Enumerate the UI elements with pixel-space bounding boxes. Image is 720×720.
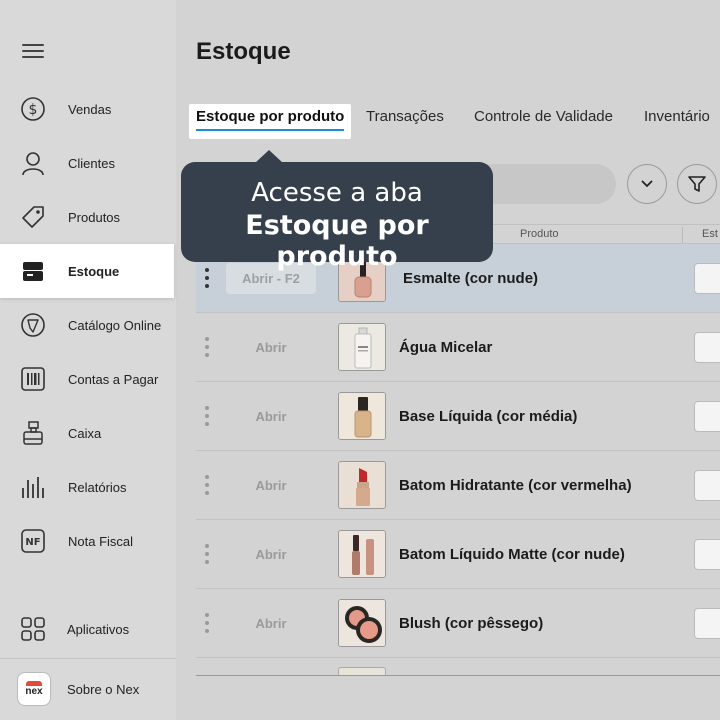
sidebar-item-label: Nota Fiscal	[68, 533, 134, 549]
cash-register-icon	[20, 420, 46, 446]
kebab-menu-icon[interactable]	[204, 544, 210, 564]
main-content: Estoque Estoque por produto Transações C…	[176, 0, 720, 720]
table-bottom-border	[196, 675, 720, 676]
sidebar: $ Vendas Clientes Produtos Estoque Catál…	[0, 0, 176, 720]
barcode-icon	[20, 366, 46, 392]
kebab-menu-icon[interactable]	[204, 475, 210, 495]
sidebar-item-label: Vendas	[68, 101, 112, 117]
open-button[interactable]: Abrir	[226, 332, 316, 363]
tab-inventario[interactable]: Inventário	[644, 108, 710, 125]
product-image-liquid-foundation	[338, 392, 386, 440]
sidebar-item-caixa[interactable]: Caixa	[0, 406, 174, 460]
product-image-blush-compact	[338, 599, 386, 647]
sidebar-item-label: Aplicativos	[67, 621, 130, 637]
onboarding-tooltip: Acesse a aba Estoque por produto	[181, 150, 493, 272]
filter-icon	[688, 176, 706, 192]
nex-logo-icon: nex	[16, 671, 52, 707]
column-header-stock: Est	[702, 228, 718, 240]
kebab-menu-icon[interactable]	[204, 613, 210, 633]
stock-field[interactable]	[694, 470, 720, 501]
box-icon	[20, 258, 46, 284]
sidebar-item-vendas[interactable]: $ Vendas	[0, 82, 174, 136]
product-image-lipstick-red	[338, 461, 386, 509]
kebab-menu-icon[interactable]	[204, 406, 210, 426]
tab-transacoes[interactable]: Transações	[366, 108, 444, 125]
tab-controle-de-validade[interactable]: Controle de Validade	[474, 108, 613, 125]
open-button[interactable]: Abrir	[226, 539, 316, 570]
search-input[interactable]	[476, 164, 616, 204]
sidebar-item-label: Relatórios	[68, 479, 127, 495]
bar-chart-icon	[20, 474, 46, 500]
sidebar-item-contas-a-pagar[interactable]: Contas a Pagar	[0, 352, 174, 406]
sidebar-item-label: Clientes	[68, 155, 115, 171]
stock-field[interactable]	[694, 401, 720, 432]
tag-icon	[20, 204, 46, 230]
product-name: Blush (cor pêssego)	[399, 615, 544, 632]
apps-grid-icon	[20, 616, 46, 642]
sidebar-item-label: Contas a Pagar	[68, 371, 159, 387]
sidebar-item-label: Produtos	[68, 209, 121, 225]
product-name: Base Líquida (cor média)	[399, 408, 578, 425]
column-header-product: Produto	[520, 228, 559, 240]
sidebar-divider	[0, 658, 176, 659]
sidebar-item-aplicativos[interactable]: Aplicativos	[0, 602, 174, 656]
active-tab-underline	[196, 129, 345, 131]
product-image-liquid-lipstick	[338, 530, 386, 578]
sidebar-item-clientes[interactable]: Clientes	[0, 136, 174, 190]
column-separator	[682, 227, 683, 243]
expand-button[interactable]	[627, 164, 667, 204]
open-button[interactable]: Abrir	[226, 401, 316, 432]
user-icon	[20, 150, 46, 176]
sidebar-item-label: Caixa	[68, 425, 102, 441]
kebab-menu-icon[interactable]	[204, 337, 210, 357]
tooltip-line-2: Estoque por produto	[245, 210, 429, 272]
table-row[interactable]: Abrir Água Micelar	[196, 313, 720, 382]
sidebar-item-label: Sobre o Nex	[67, 681, 140, 697]
sidebar-item-nota-fiscal[interactable]: NF Nota Fiscal	[0, 514, 174, 568]
stock-field[interactable]	[694, 332, 720, 363]
sidebar-item-estoque[interactable]: Estoque	[0, 244, 174, 298]
product-image-partial	[338, 667, 386, 675]
svg-text:NF: NF	[25, 537, 40, 548]
sidebar-item-produtos[interactable]: Produtos	[0, 190, 174, 244]
tab-estoque-por-produto[interactable]: Estoque por produto	[189, 104, 352, 139]
sidebar-item-catalogo-online[interactable]: Catálogo Online	[0, 298, 174, 352]
tooltip-line-1: Acesse a aba	[251, 178, 423, 208]
nf-icon: NF	[20, 528, 46, 554]
svg-text:$: $	[29, 102, 38, 118]
tooltip-arrow	[255, 150, 283, 163]
open-button[interactable]: Abrir	[226, 470, 316, 501]
stock-field[interactable]	[694, 608, 720, 639]
product-name: Água Micelar	[399, 339, 493, 356]
table-row[interactable]: Abrir Blush (cor pêssego)	[196, 589, 720, 658]
table-row[interactable]: Abrir Base Líquida (cor média)	[196, 382, 720, 451]
product-name: Batom Líquido Matte (cor nude)	[399, 546, 625, 563]
catalog-icon	[20, 312, 46, 338]
stock-field[interactable]	[694, 539, 720, 570]
hamburger-menu-icon[interactable]	[22, 44, 44, 62]
sidebar-item-relatorios[interactable]: Relatórios	[0, 460, 174, 514]
sidebar-item-sobre-o-nex[interactable]: nex Sobre o Nex	[0, 662, 174, 716]
product-name: Batom Hidratante (cor vermelha)	[399, 477, 632, 494]
table-row[interactable]: Abrir Batom Hidratante (cor vermelha)	[196, 451, 720, 520]
product-image-micellar-water	[338, 323, 386, 371]
open-button[interactable]: Abrir	[226, 608, 316, 639]
dollar-coin-icon: $	[20, 96, 46, 122]
chevron-down-icon	[641, 180, 653, 188]
filter-button[interactable]	[677, 164, 717, 204]
table-row[interactable]: Abrir Batom Líquido Matte (cor nude)	[196, 520, 720, 589]
stock-field[interactable]	[694, 263, 720, 294]
page-title: Estoque	[196, 38, 291, 65]
sidebar-item-label: Estoque	[68, 263, 120, 279]
product-name: Esmalte (cor nude)	[403, 270, 539, 287]
sidebar-item-label: Catálogo Online	[68, 317, 162, 333]
